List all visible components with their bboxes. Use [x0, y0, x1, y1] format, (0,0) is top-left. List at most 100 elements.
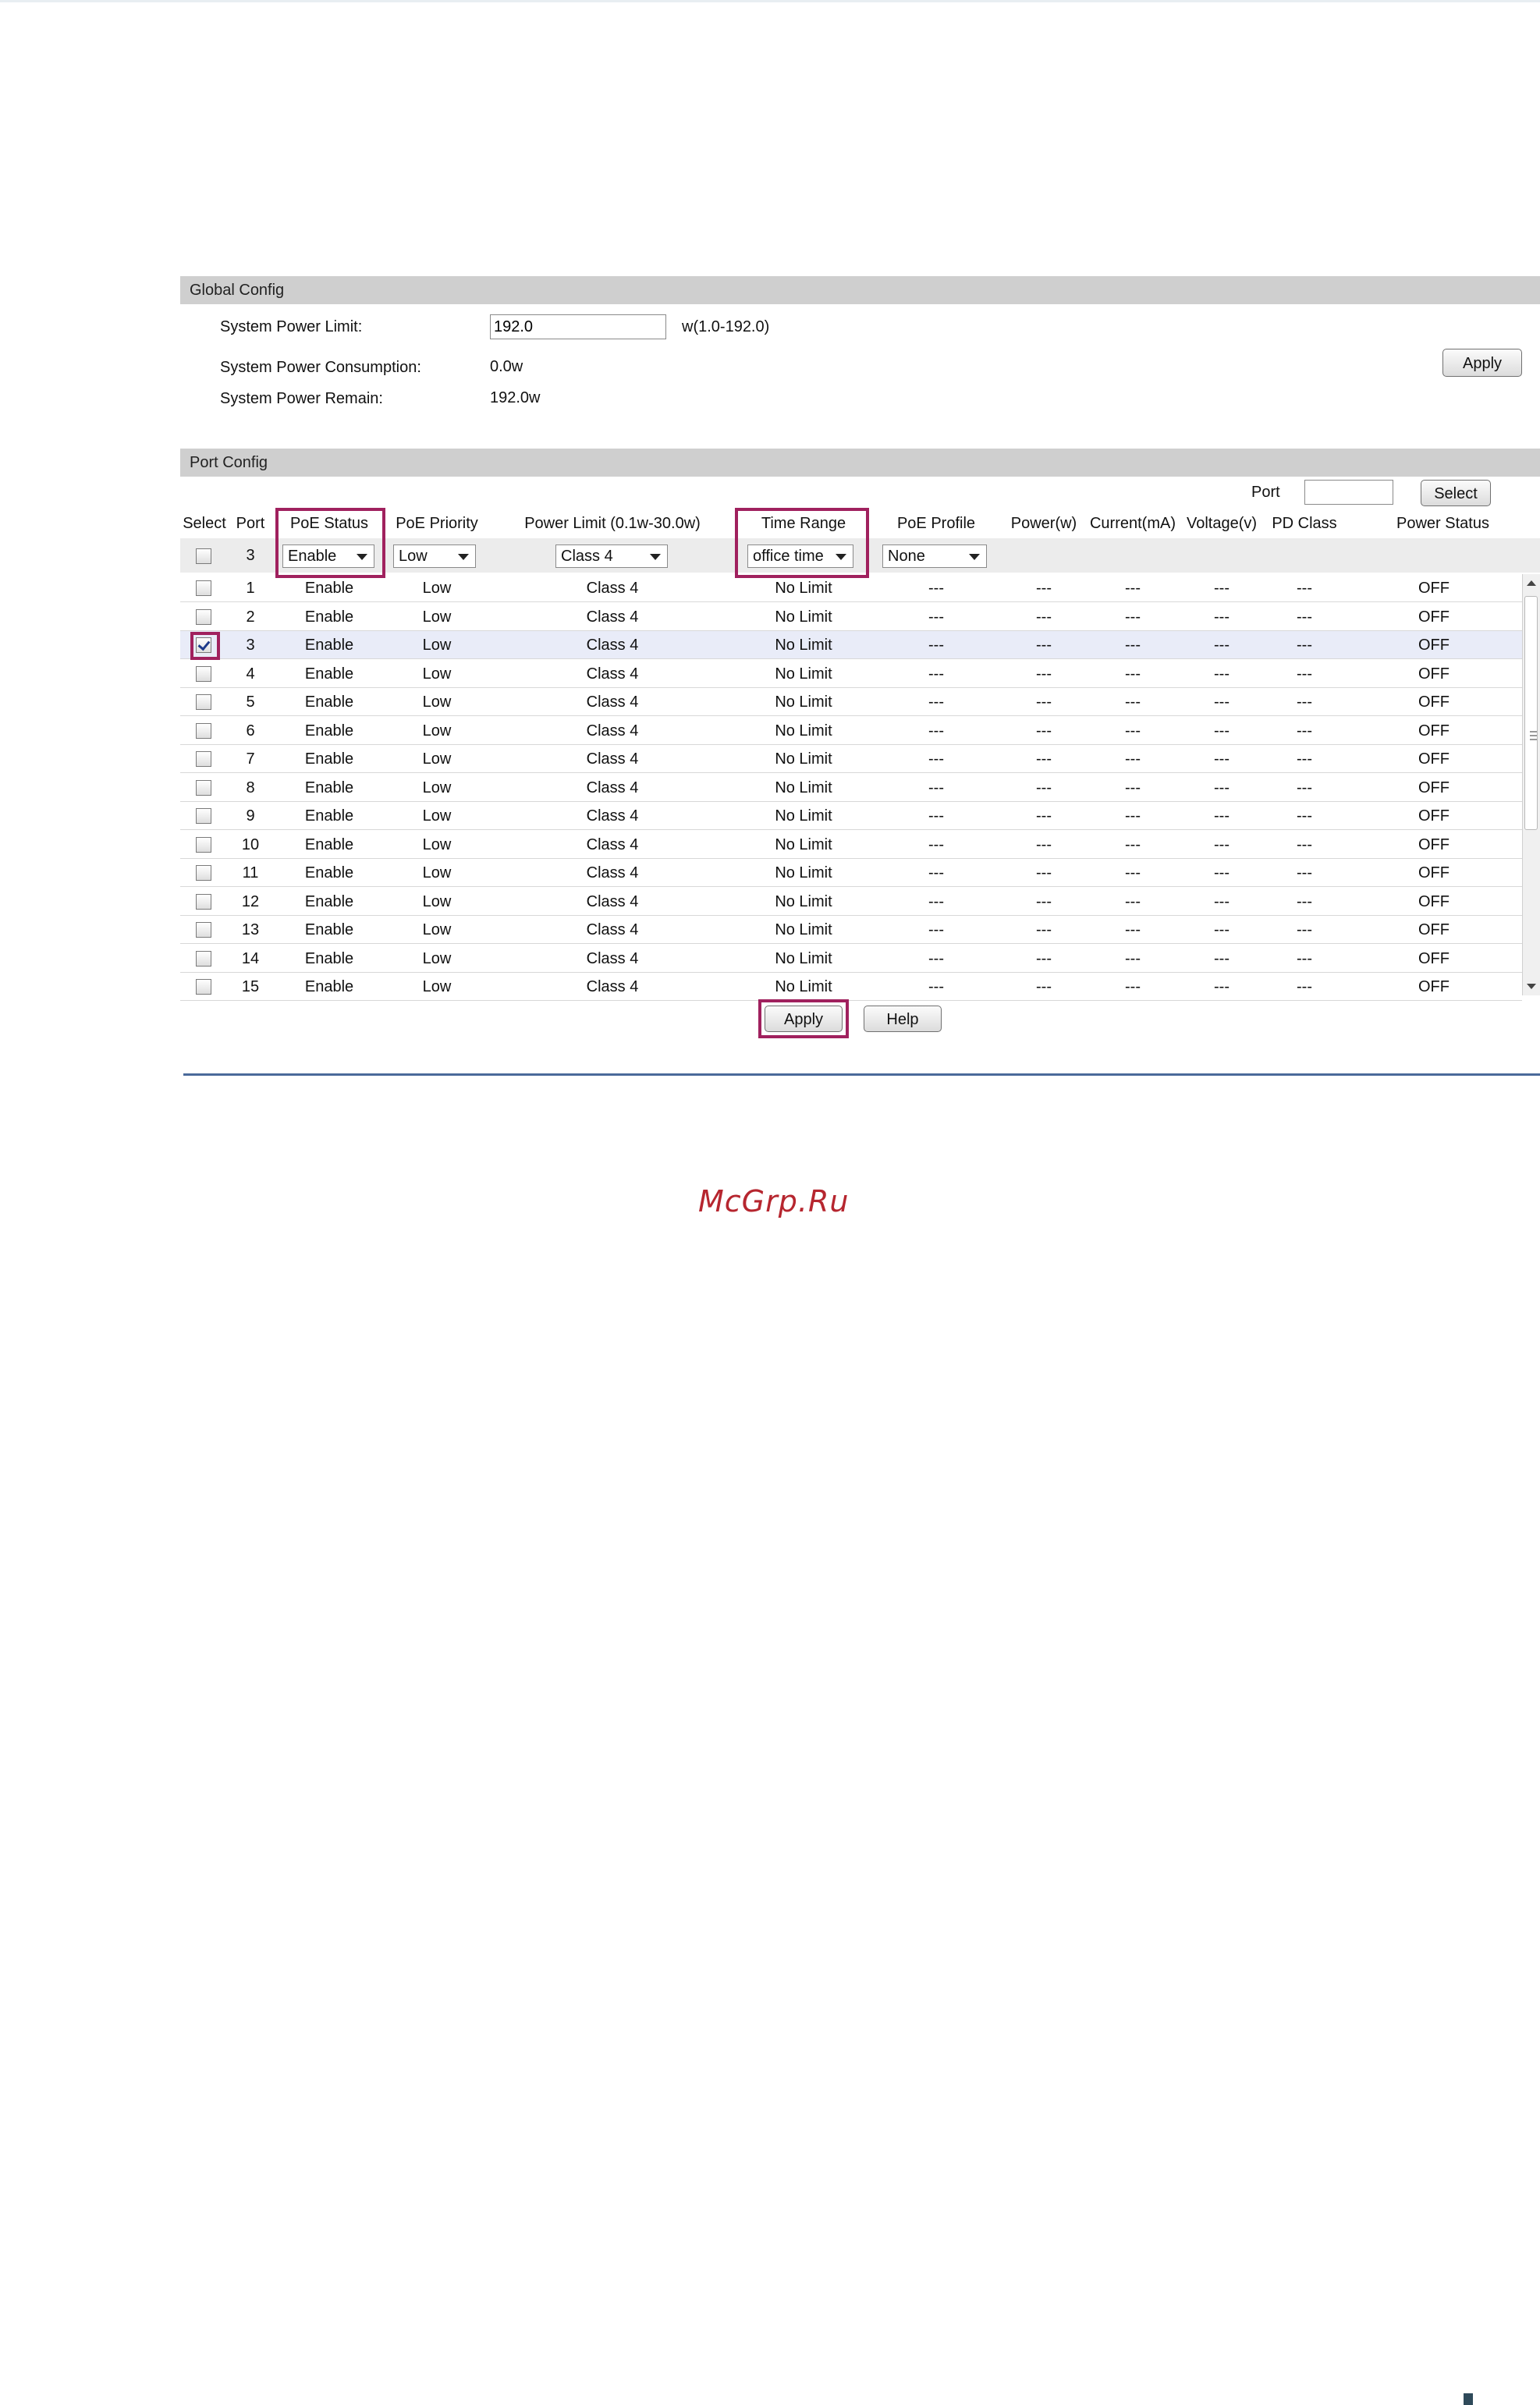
table-scrollbar[interactable] [1522, 574, 1540, 995]
power-limit-cell: Class 4 [586, 949, 639, 967]
row-checkbox[interactable] [196, 808, 211, 824]
power-status-cell: OFF [1418, 722, 1450, 740]
poe-priority-cell: Low [422, 835, 452, 853]
col-header-poe-profile: PoE Profile [896, 515, 976, 532]
pd-class-cell: --- [1297, 750, 1312, 768]
row-checkbox[interactable] [196, 836, 211, 853]
table-row[interactable]: 1 Enable Low Class 4 No Limit --- --- --- --- ---… [180, 574, 1522, 602]
poe-priority-cell: Low [422, 864, 452, 881]
table-row[interactable]: 7 Enable Low Class 4 No Limit --- --- --- --- ---… [180, 745, 1522, 773]
power-cell: --- [1036, 608, 1052, 626]
poe-priority-cell: Low [422, 807, 452, 825]
system-power-limit-input[interactable] [490, 314, 666, 339]
port-filter-input[interactable] [1304, 480, 1393, 505]
table-row[interactable]: 3 Enable Low Class 4 No Limit --- --- --- --- ---… [180, 631, 1522, 659]
poe-priority-cell: Low [422, 580, 452, 597]
table-row[interactable]: 5 Enable Low Class 4 No Limit --- --- --- --- ---… [180, 688, 1522, 716]
table-row[interactable]: 14 Enable Low Class 4 No Limit --- --- --- --- --… [180, 945, 1522, 973]
pd-class-cell: --- [1297, 949, 1312, 967]
power-status-cell: OFF [1418, 807, 1450, 825]
poe-priority-cell: Low [422, 779, 452, 796]
time-range-cell: No Limit [775, 949, 832, 967]
poe-priority-select[interactable]: Low [393, 544, 476, 568]
power-limit-select[interactable]: Class 4 [555, 544, 668, 568]
row-checkbox[interactable] [196, 922, 211, 938]
port-cell: 3 [246, 637, 255, 654]
row-checkbox[interactable] [196, 722, 211, 739]
port-cell: 15 [241, 978, 260, 995]
scroll-down-icon[interactable] [1527, 984, 1536, 989]
pd-class-cell: --- [1297, 722, 1312, 740]
row-checkbox[interactable] [196, 950, 211, 967]
col-header-power: Power(w) [1010, 515, 1077, 532]
table-row[interactable]: 13 Enable Low Class 4 No Limit --- --- --- --- --… [180, 916, 1522, 944]
table-row[interactable]: 6 Enable Low Class 4 No Limit --- --- --- --- ---… [180, 717, 1522, 745]
time-range-select[interactable]: office time [747, 544, 853, 568]
table-row[interactable]: 8 Enable Low Class 4 No Limit --- --- --- --- ---… [180, 774, 1522, 802]
poe-status-cell: Enable [304, 580, 354, 597]
poe-status-cell: Enable [304, 608, 354, 626]
row-checkbox[interactable] [196, 694, 211, 710]
port-cell: 1 [246, 580, 255, 597]
port-cell: 10 [241, 835, 260, 853]
poe-profile-select[interactable]: None [882, 544, 987, 568]
grip-icon [1530, 731, 1537, 740]
row-checkbox[interactable] [196, 865, 211, 881]
voltage-cell: --- [1214, 864, 1230, 881]
power-cell: --- [1036, 693, 1052, 711]
port-select-button[interactable]: Select [1421, 480, 1491, 506]
row-checkbox[interactable] [196, 779, 211, 796]
table-row[interactable]: 10 Enable Low Class 4 No Limit --- --- --- --- --… [180, 831, 1522, 859]
table-row[interactable]: 2 Enable Low Class 4 No Limit --- --- --- --- ---… [180, 603, 1522, 631]
global-apply-button[interactable]: Apply [1442, 349, 1522, 377]
watermark: McGrp.Ru [698, 1184, 850, 1218]
power-limit-cell: Class 4 [586, 835, 639, 853]
time-range-cell: No Limit [775, 835, 832, 853]
system-power-remain-label: System Power Remain: [220, 390, 383, 407]
current-cell: --- [1125, 978, 1141, 995]
help-button[interactable]: Help [864, 1006, 942, 1032]
scroll-up-icon[interactable] [1527, 580, 1536, 586]
table-row[interactable]: 4 Enable Low Class 4 No Limit --- --- --- --- ---… [180, 660, 1522, 688]
edit-row-port: 3 [246, 547, 255, 564]
power-limit-cell: Class 4 [586, 693, 639, 711]
col-header-voltage: Voltage(v) [1186, 515, 1258, 532]
current-cell: --- [1125, 779, 1141, 796]
row-checkbox[interactable] [196, 580, 211, 596]
port-cell: 2 [246, 608, 255, 626]
time-range-cell: No Limit [775, 608, 832, 626]
table-row[interactable]: 12 Enable Low Class 4 No Limit --- --- --- --- --… [180, 888, 1522, 916]
power-cell: --- [1036, 835, 1052, 853]
row-checkbox[interactable] [196, 893, 211, 910]
system-power-limit-range: w(1.0-192.0) [682, 318, 770, 335]
row-checkbox[interactable] [196, 979, 211, 995]
select-all-checkbox[interactable] [196, 548, 211, 564]
row-checkbox[interactable] [196, 608, 211, 625]
port-cell: 6 [246, 722, 255, 740]
row-checkbox[interactable] [196, 665, 211, 682]
power-cell: --- [1036, 892, 1052, 910]
col-header-pd-class: PD Class [1272, 515, 1337, 532]
pd-class-cell: --- [1297, 608, 1312, 626]
time-range-cell: No Limit [775, 637, 832, 654]
row-checkbox[interactable] [196, 637, 211, 653]
poe-status-cell: Enable [304, 807, 354, 825]
power-status-cell: OFF [1418, 750, 1450, 768]
port-cell: 11 [242, 864, 259, 881]
table-row[interactable]: 15 Enable Low Class 4 No Limit --- --- --- --- --… [180, 973, 1522, 1001]
table-row[interactable]: 9 Enable Low Class 4 No Limit --- --- --- --- ---… [180, 802, 1522, 830]
poe-profile-cell: --- [928, 921, 944, 938]
chevron-down-icon [458, 554, 469, 560]
power-status-cell: OFF [1418, 665, 1450, 683]
current-cell: --- [1125, 949, 1141, 967]
voltage-cell: --- [1214, 807, 1230, 825]
poe-status-cell: Enable [304, 693, 354, 711]
poe-status-cell: Enable [304, 722, 354, 740]
port-config-header: Port Config [180, 449, 1540, 477]
poe-status-select[interactable]: Enable [282, 544, 374, 568]
port-apply-button[interactable]: Apply [765, 1006, 843, 1032]
row-checkbox[interactable] [196, 751, 211, 767]
pd-class-cell: --- [1297, 779, 1312, 796]
table-row[interactable]: 11 Enable Low Class 4 No Limit --- --- --- --- --… [180, 859, 1522, 887]
scrollbar-thumb[interactable] [1524, 596, 1538, 830]
